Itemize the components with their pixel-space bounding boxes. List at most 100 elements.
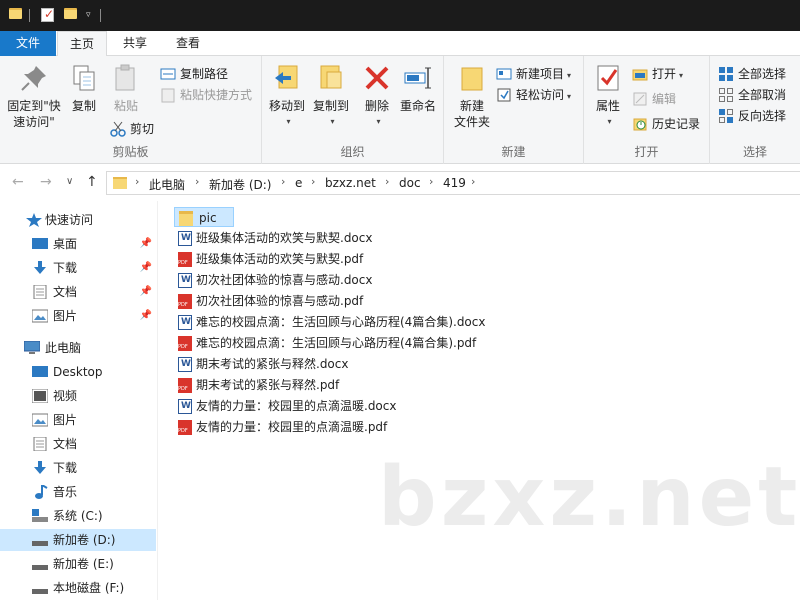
file-item-docx[interactable]: 难忘的校园点滴：生活回顾与心路历程(4篇合集).docx — [174, 312, 485, 332]
rename-button[interactable]: 重命名 — [396, 62, 440, 114]
document-icon — [33, 437, 47, 451]
file-item-docx[interactable]: 班级集体活动的欢笑与默契.docx — [174, 228, 372, 248]
pdf-document-icon — [178, 336, 192, 351]
organize-group: 移动到 ▾ 复制到 ▾ 删除 ▾ 重命名 组织 — [262, 56, 444, 164]
nav-pictures[interactable]: 图片 📌 — [0, 305, 158, 327]
file-item-docx[interactable]: 初次社团体验的惊喜与感动.docx — [174, 270, 372, 290]
paste-shortcut-button[interactable]: 粘贴快捷方式 — [160, 85, 252, 105]
tab-view[interactable]: 查看 — [162, 31, 214, 56]
computer-icon — [24, 341, 40, 354]
file-item-docx[interactable]: 期末考试的紧张与释然.docx — [174, 354, 348, 374]
pin-quick-access-button[interactable]: 固定到"快 速访问" — [4, 62, 64, 130]
nav-pc-downloads[interactable]: 下载 — [0, 457, 158, 479]
copy-to-button[interactable]: 复制到 ▾ — [308, 62, 354, 130]
nav-desktop[interactable]: 桌面 📌 — [0, 233, 158, 255]
file-name: 初次社团体验的惊喜与感动.pdf — [196, 294, 364, 308]
chevron-right-icon[interactable]: › — [281, 175, 285, 188]
edit-label: 编辑 — [652, 92, 677, 106]
nav-drive-e[interactable]: 新加卷 (E:) — [0, 553, 158, 575]
nav-pc-desktop[interactable]: Desktop — [0, 361, 158, 383]
file-name: 难忘的校园点滴：生活回顾与心路历程(4篇合集).docx — [196, 315, 486, 329]
new-folder-label: 新建 文件夹 — [453, 99, 490, 129]
chevron-right-icon[interactable]: › — [135, 175, 139, 188]
folder-icon — [113, 177, 127, 189]
nav-documents[interactable]: 文档 📌 — [0, 281, 158, 303]
nav-label: 下载 — [53, 461, 78, 475]
paste-icon — [110, 62, 142, 94]
select-group-label: 选择 — [742, 145, 767, 159]
nav-pc-pictures[interactable]: 图片 — [0, 409, 158, 431]
properties-dropdown-icon: ▾ — [607, 117, 612, 126]
forward-arrow-icon[interactable]: → — [40, 174, 52, 190]
word-document-icon — [178, 315, 192, 330]
file-item-pdf[interactable]: 难忘的校园点滴：生活回顾与心路历程(4篇合集).pdf — [174, 333, 476, 353]
chevron-right-icon[interactable]: › — [311, 175, 315, 188]
nav-pc-documents[interactable]: 文档 — [0, 433, 158, 455]
properties-quick-icon[interactable] — [41, 7, 54, 22]
pin-icon: 📌 — [139, 262, 152, 273]
file-name: 期末考试的紧张与释然.docx — [196, 357, 349, 371]
file-item-pdf[interactable]: 初次社团体验的惊喜与感动.pdf — [174, 291, 363, 311]
breadcrumb-doc[interactable]: doc — [399, 176, 421, 190]
file-item-folder[interactable]: pic — [174, 207, 234, 227]
nav-music[interactable]: 音乐 — [0, 481, 158, 503]
chevron-right-icon[interactable]: › — [429, 175, 433, 188]
nav-label: 下载 — [53, 261, 78, 275]
new-folder-quick-icon[interactable] — [64, 8, 77, 19]
new-item-dropdown-icon: ▾ — [567, 71, 572, 80]
chevron-right-icon[interactable]: › — [471, 175, 475, 188]
recent-locations-icon[interactable]: ∨ — [66, 176, 73, 187]
tab-file[interactable]: 文件 — [0, 31, 56, 56]
tab-home[interactable]: 主页 — [57, 31, 107, 57]
file-item-pdf[interactable]: 期末考试的紧张与释然.pdf — [174, 375, 339, 395]
move-to-button[interactable]: 移动到 ▾ — [264, 62, 310, 130]
open-button[interactable]: 打开 ▾ — [632, 64, 683, 84]
copy-button[interactable]: 复制 — [66, 62, 102, 114]
pin-icon: 📌 — [139, 286, 152, 297]
nav-label: 新加卷 (D:) — [53, 533, 116, 547]
nav-drive-f[interactable]: 本地磁盘 (F:) — [0, 577, 158, 599]
organize-group-label: 组织 — [340, 145, 365, 159]
file-item-pdf[interactable]: 班级集体活动的欢笑与默契.pdf — [174, 249, 363, 269]
nav-downloads[interactable]: 下载 📌 — [0, 257, 158, 279]
new-folder-button[interactable]: 新建 文件夹 — [448, 62, 496, 130]
nav-drive-c[interactable]: 系统 (C:) — [0, 505, 158, 527]
new-item-icon — [496, 66, 512, 82]
nav-label: 系统 (C:) — [53, 509, 103, 523]
breadcrumb-419[interactable]: 419 — [443, 176, 466, 190]
file-item-pdf[interactable]: 友情的力量：校园里的点滴温暖.pdf — [174, 417, 387, 437]
select-all-button[interactable]: 全部选择 — [718, 64, 786, 84]
tab-share[interactable]: 共享 — [110, 31, 160, 56]
breadcrumb-drive-d[interactable]: 新加卷 (D:) — [209, 176, 271, 193]
up-arrow-icon[interactable]: ↑ — [86, 174, 98, 190]
select-none-button[interactable]: 全部取消 — [718, 85, 786, 105]
edit-button[interactable]: 编辑 — [632, 89, 676, 109]
nav-quick-access[interactable]: 快速访问 — [0, 209, 158, 231]
breadcrumb-bzxz[interactable]: bzxz.net — [325, 176, 376, 190]
nav-this-pc[interactable]: 此电脑 — [0, 337, 158, 359]
new-item-button[interactable]: 新建项目 ▾ — [496, 64, 571, 84]
drive-icon — [32, 565, 48, 570]
nav-videos[interactable]: 视频 — [0, 385, 158, 407]
customize-toolbar-icon[interactable]: ▿ — [86, 10, 91, 26]
properties-button[interactable]: 属性 ▾ — [590, 62, 626, 130]
file-item-docx[interactable]: 友情的力量：校园里的点滴温暖.docx — [174, 396, 396, 416]
invert-selection-button[interactable]: 反向选择 — [718, 106, 786, 126]
drive-icon — [32, 541, 48, 546]
picture-icon — [32, 309, 48, 323]
history-button[interactable]: 历史记录 — [632, 114, 700, 134]
copy-label: 复制 — [71, 99, 96, 113]
paste-button[interactable]: 粘贴 — [106, 62, 146, 114]
easy-access-button[interactable]: 轻松访问 ▾ — [496, 85, 571, 105]
chevron-right-icon[interactable]: › — [195, 175, 199, 188]
nav-drive-d[interactable]: 新加卷 (D:) — [0, 529, 156, 551]
copy-path-button[interactable]: 复制路径 — [160, 64, 228, 84]
breadcrumb-this-pc[interactable]: 此电脑 — [149, 176, 185, 193]
cut-button[interactable]: 剪切 — [110, 119, 154, 139]
breadcrumb-e[interactable]: e — [295, 176, 302, 190]
chevron-right-icon[interactable]: › — [385, 175, 389, 188]
delete-button[interactable]: 删除 ▾ — [360, 62, 394, 130]
address-bar[interactable]: › 此电脑 › 新加卷 (D:) › e › bzxz.net › doc › … — [106, 171, 800, 195]
back-arrow-icon[interactable]: ← — [12, 174, 24, 190]
history-icon — [632, 116, 648, 132]
